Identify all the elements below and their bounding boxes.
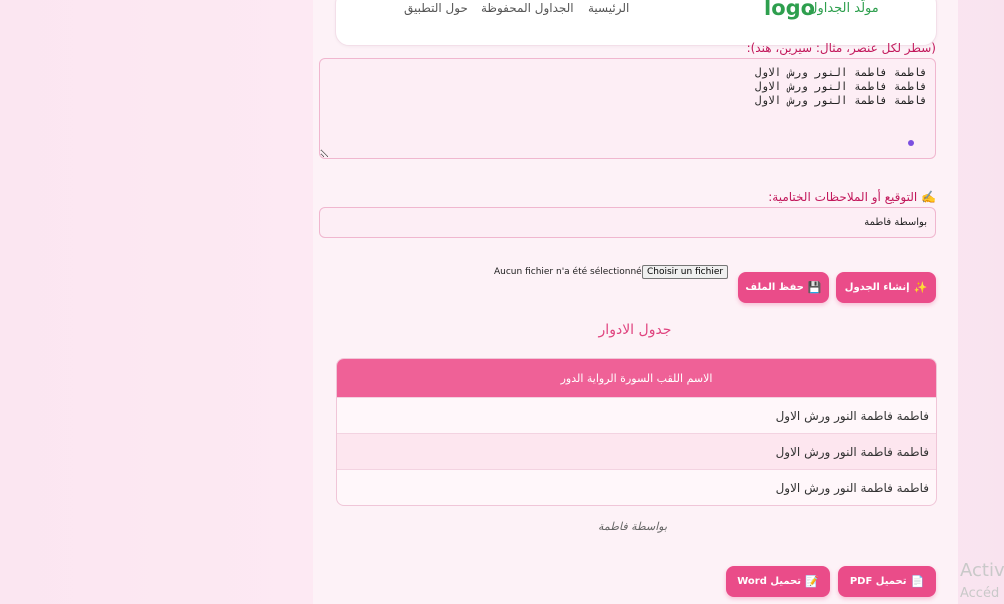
- download-pdf-button[interactable]: 📄 تحميل PDF: [838, 566, 936, 597]
- nav-about[interactable]: حول التطبيق: [404, 1, 468, 15]
- table-row: فاطمة فاطمة النور ورش الاول: [337, 469, 936, 505]
- memo-icon: 📝: [805, 575, 819, 588]
- create-table-label: إنشاء الجدول: [844, 282, 910, 293]
- save-file-button[interactable]: 💾 حفظ الملف: [738, 272, 829, 303]
- floppy-disk-icon: 💾: [807, 281, 822, 294]
- table-row: فاطمة فاطمة النور ورش الاول: [337, 397, 936, 433]
- create-table-button[interactable]: ✨ إنشاء الجدول: [836, 272, 936, 303]
- save-file-label: حفظ الملف: [745, 282, 804, 293]
- signature-label-text: التوقيع أو الملاحظات الختامية:: [768, 190, 918, 204]
- items-label: (سطر لكل عنصر، مثال: سيرين، هند):: [746, 41, 936, 55]
- download-word-label: تحميل Word: [737, 576, 802, 587]
- nav-home[interactable]: الرئيسية: [588, 1, 629, 15]
- cursor-dot: [908, 140, 914, 146]
- footnote: بواسطة فاطمة: [598, 520, 668, 533]
- sparkles-icon: ✨: [913, 281, 928, 294]
- navbar: logo مولّد الجداول الرئيسية الجداول المح…: [335, 0, 937, 46]
- items-textarea[interactable]: فاطمة فاطمة النور ورش الاول فاطمة فاطمة …: [319, 58, 936, 159]
- activation-watermark-subtitle: Accéd: [960, 586, 1000, 601]
- table-header: الاسم اللقب السورة الرواية الدور: [337, 359, 936, 397]
- roles-table: الاسم اللقب السورة الرواية الدور فاطمة ف…: [336, 358, 937, 506]
- signature-input[interactable]: [319, 207, 936, 238]
- download-pdf-label: تحميل PDF: [849, 576, 907, 587]
- choose-file-button[interactable]: Choisir un fichier: [642, 265, 729, 279]
- signature-label: ✍️ التوقيع أو الملاحظات الختامية:: [768, 190, 936, 204]
- nav-saved-tables[interactable]: الجداول المحفوظة: [481, 1, 574, 15]
- download-word-button[interactable]: 📝 تحميل Word: [726, 566, 830, 597]
- file-status: Aucun fichier n'a été sélectionné: [494, 267, 642, 277]
- table-row: فاطمة فاطمة النور ورش الاول: [337, 433, 936, 469]
- document-icon: 📄: [910, 575, 925, 588]
- table-title: جدول الادوار: [598, 322, 672, 338]
- pencil-icon: ✍️: [921, 190, 936, 204]
- activation-watermark-title: Activ: [960, 560, 1004, 581]
- brand-name[interactable]: مولّد الجداول: [808, 1, 879, 16]
